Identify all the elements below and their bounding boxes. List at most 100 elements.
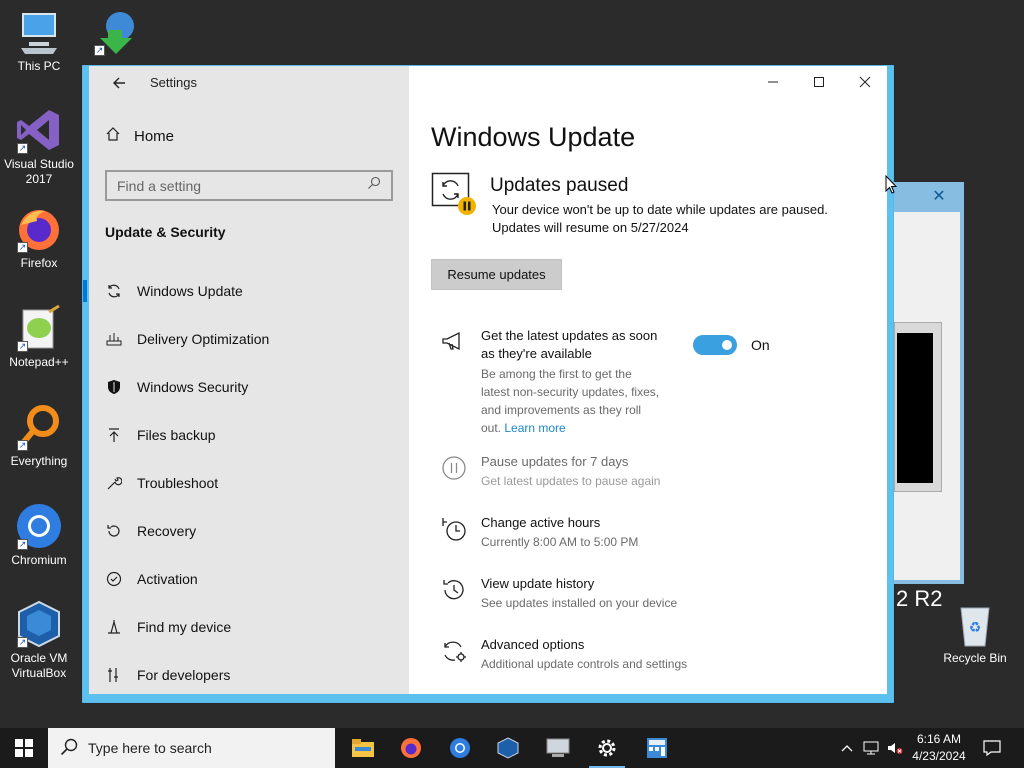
notepadpp-icon: ↗ bbox=[15, 304, 63, 352]
sidebar-item-label: Files backup bbox=[137, 427, 216, 443]
taskbar-chromium[interactable] bbox=[436, 728, 484, 768]
firefox-icon bbox=[401, 738, 421, 758]
option-description: Be among the first to get the latest non… bbox=[481, 365, 659, 437]
desktop-icon-visual-studio[interactable]: ↗ Visual Studio 2017 bbox=[2, 106, 76, 187]
chromium-icon: ↗ bbox=[15, 502, 63, 550]
option-desc-text: out. bbox=[481, 421, 502, 435]
sidebar-item-label: Recovery bbox=[137, 523, 197, 539]
option-latest-updates: Get the latest updates as soon as they'r… bbox=[441, 327, 861, 437]
wrench-icon bbox=[105, 474, 123, 492]
settings-window: Settings Home Find a setting Update & Se… bbox=[82, 65, 894, 703]
virtualbox-icon bbox=[497, 737, 519, 759]
advanced-options-icon bbox=[441, 638, 467, 664]
sidebar-item-activation[interactable]: Activation bbox=[89, 555, 409, 603]
desktop-icon-internet-download[interactable]: ↗ bbox=[80, 8, 152, 59]
desktop-icon-virtualbox[interactable]: ↗ Oracle VM VirtualBox bbox=[2, 600, 76, 681]
home-icon bbox=[105, 126, 121, 146]
home-link[interactable]: Home bbox=[105, 126, 174, 146]
minimize-button[interactable] bbox=[750, 66, 796, 98]
tray-show-hidden-icons[interactable] bbox=[836, 728, 858, 768]
sidebar-item-files-backup[interactable]: Files backup bbox=[89, 411, 409, 459]
window-border bbox=[887, 66, 893, 702]
latest-updates-toggle-group: On bbox=[693, 335, 770, 355]
sidebar-item-label: Windows Update bbox=[137, 283, 243, 299]
history-icon bbox=[441, 577, 467, 603]
sidebar-item-label: For developers bbox=[137, 667, 231, 683]
home-label: Home bbox=[134, 127, 175, 145]
settings-search-input[interactable]: Find a setting bbox=[105, 170, 393, 201]
recovery-icon bbox=[105, 522, 123, 540]
taskbar-settings[interactable] bbox=[583, 728, 631, 768]
close-icon[interactable]: ✕ bbox=[920, 184, 958, 210]
file-explorer-icon bbox=[352, 739, 374, 757]
latest-updates-toggle[interactable] bbox=[693, 335, 737, 355]
svg-text:♻: ♻ bbox=[969, 619, 982, 635]
sidebar-nav: Windows Update Delivery Optimization Win… bbox=[83, 267, 409, 699]
taskbar-clock[interactable]: 6:16 AM 4/23/2024 bbox=[906, 731, 972, 765]
status-description: Your device won't be up to date while up… bbox=[492, 201, 828, 237]
taskbar-calculator[interactable] bbox=[633, 728, 681, 768]
sidebar-item-for-developers[interactable]: For developers bbox=[89, 651, 409, 699]
option-view-update-history[interactable]: View update history See updates installe… bbox=[441, 575, 861, 615]
desktop-background-text: 2 R2 bbox=[896, 586, 943, 611]
sidebar-item-delivery-optimization[interactable]: Delivery Optimization bbox=[89, 315, 409, 363]
desktop-icon-everything[interactable]: ↗ Everything bbox=[2, 403, 76, 469]
window-title: Settings bbox=[150, 75, 197, 90]
taskbar-search-box[interactable]: Type here to search bbox=[48, 728, 335, 768]
desktop-icon-label: This PC bbox=[17, 59, 61, 73]
option-advanced-options[interactable]: Advanced options Additional update contr… bbox=[441, 636, 861, 676]
option-title-line: as they're available bbox=[481, 346, 592, 361]
tray-network[interactable] bbox=[860, 728, 882, 768]
desktop-icon-recycle-bin[interactable]: ♻ Recycle Bin bbox=[940, 600, 1010, 666]
network-icon bbox=[863, 741, 879, 755]
sidebar-item-recovery[interactable]: Recovery bbox=[89, 507, 409, 555]
firefox-icon: ↗ bbox=[15, 205, 63, 253]
tray-volume[interactable] bbox=[884, 728, 906, 768]
everything-search-icon: ↗ bbox=[15, 403, 63, 451]
developer-tools-icon bbox=[105, 666, 123, 684]
close-icon bbox=[859, 76, 871, 88]
option-change-active-hours[interactable]: Change active hours Currently 8:00 AM to… bbox=[441, 514, 861, 554]
desktop-icon-label: Oracle VM VirtualBox bbox=[10, 651, 68, 680]
resume-updates-button[interactable]: Resume updates bbox=[431, 259, 562, 290]
desktop-icon-notepadpp[interactable]: ↗ Notepad++ bbox=[2, 304, 76, 370]
taskbar-remote-desktop[interactable] bbox=[534, 728, 582, 768]
learn-more-link[interactable]: Learn more bbox=[504, 421, 565, 435]
sidebar-item-label: Activation bbox=[137, 571, 198, 587]
clock-date: 4/23/2024 bbox=[912, 749, 966, 763]
desktop-icon-firefox[interactable]: ↗ Firefox bbox=[2, 205, 76, 271]
backup-arrow-icon bbox=[105, 426, 123, 444]
start-button[interactable] bbox=[0, 728, 48, 768]
sidebar-item-label: Find my device bbox=[137, 619, 232, 635]
sidebar-item-troubleshoot[interactable]: Troubleshoot bbox=[89, 459, 409, 507]
option-title: Pause updates for 7 days bbox=[481, 454, 629, 469]
taskbar-firefox[interactable] bbox=[387, 728, 435, 768]
delivery-optimization-icon bbox=[105, 330, 123, 348]
status-line: Your device won't be up to date while up… bbox=[492, 202, 828, 217]
recycle-bin-icon: ♻ bbox=[951, 600, 999, 648]
taskbar-virtualbox[interactable] bbox=[484, 728, 532, 768]
window-border bbox=[83, 694, 893, 702]
visual-studio-icon: ↗ bbox=[15, 106, 63, 154]
sidebar-item-windows-update[interactable]: Windows Update bbox=[83, 267, 409, 315]
desktop-icon-this-pc[interactable]: This PC bbox=[2, 8, 76, 74]
sync-icon bbox=[105, 282, 123, 300]
taskbar-file-explorer[interactable] bbox=[339, 728, 387, 768]
toggle-state-label: On bbox=[751, 337, 770, 353]
action-center-button[interactable] bbox=[978, 728, 1006, 768]
remote-desktop-icon bbox=[546, 738, 570, 757]
check-circle-icon bbox=[105, 570, 123, 588]
back-arrow-icon[interactable] bbox=[105, 72, 133, 100]
console-preview bbox=[894, 322, 942, 492]
shield-icon bbox=[105, 378, 123, 396]
maximize-button[interactable] bbox=[796, 66, 842, 98]
taskbar-search-placeholder: Type here to search bbox=[88, 740, 212, 756]
virtualbox-icon: ↗ bbox=[15, 600, 63, 648]
pause-icon bbox=[441, 455, 467, 481]
desktop-icon-label: Chromium bbox=[11, 553, 67, 567]
option-desc-line: Be among the first to get the bbox=[481, 367, 632, 381]
close-button[interactable] bbox=[842, 66, 888, 98]
sidebar-item-windows-security[interactable]: Windows Security bbox=[89, 363, 409, 411]
sidebar-item-find-my-device[interactable]: Find my device bbox=[89, 603, 409, 651]
desktop-icon-chromium[interactable]: ↗ Chromium bbox=[2, 502, 76, 568]
